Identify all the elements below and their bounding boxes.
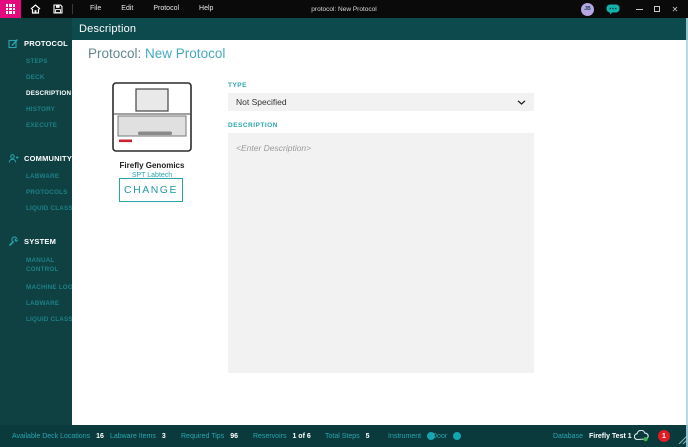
sidebar-item-steps[interactable]: STEPS [0,58,72,65]
cloud-icon [633,429,649,442]
menu-protocol[interactable]: Protocol [143,0,189,18]
stat-label: Required Tips [181,432,225,440]
sidebar-section-label: PROTOCOL [24,39,68,48]
cloud-sync-button[interactable] [633,429,649,444]
sidebar-item-manual-control[interactable]: MANUAL CONTROL [0,256,58,275]
save-icon [53,4,63,14]
chevron-down-icon [517,99,526,105]
sidebar-item-description[interactable]: DESCRIPTION [0,90,72,97]
stat-available-deck-locations: Available Deck Locations 16 [12,425,104,447]
description-placeholder: <Enter Description> [236,143,312,153]
sidebar-item-system-labware[interactable]: LABWARE [0,300,72,307]
menu-edit[interactable]: Edit [111,0,143,18]
home-button[interactable] [30,4,41,14]
stat-total-steps: Total Steps 5 [325,425,370,447]
description-field-label: DESCRIPTION [228,122,278,129]
titlebar: File Edit Protocol Help protocol: New Pr… [0,0,688,18]
notification-badge[interactable]: 1 [658,430,670,442]
sidebar-item-execute[interactable]: EXECUTE [0,122,72,129]
stat-label: Available Deck Locations [12,432,91,440]
main-content: Protocol: New Protocol Firefly Genomics … [72,40,688,425]
database-value: Firefly Test 1 [588,432,632,440]
home-icon [30,4,41,14]
sidebar-item-community-liquid-classes[interactable]: LIQUID CLASSES [0,205,81,212]
people-icon [8,154,19,163]
sidebar-item-history[interactable]: HISTORY [0,106,72,113]
stat-labware-items: Labware Items 3 [110,425,166,447]
titlebar-separator [72,4,73,14]
user-avatar[interactable]: JB [581,2,594,16]
sidebar: PROTOCOL STEPS DECK DESCRIPTION HISTORY … [0,18,81,425]
grid-icon [5,4,16,14]
save-button[interactable] [53,4,63,14]
page-title: Description [79,23,137,35]
menu-file[interactable]: File [80,0,111,18]
page-header: Description [72,18,688,40]
door-status-dot [453,432,462,440]
sidebar-item-system-liquid-classes[interactable]: LIQUID CLASSES [0,316,81,323]
heading-prefix: Protocol: [88,46,142,61]
stat-required-tips: Required Tips 96 [181,425,238,447]
window-maximize-button[interactable] [648,0,666,18]
indicator-label: Instrument [388,432,422,440]
sidebar-section-label: COMMUNITY [24,154,73,163]
window-close-button[interactable]: ✕ [666,0,684,18]
protocol-form: TYPE Not Specified DESCRIPTION <Enter De… [228,82,534,373]
chat-bubble-icon [606,4,620,14]
type-select-value: Not Specified [236,97,287,107]
database-label: Database [553,432,583,440]
app-launcher-button[interactable] [0,0,21,18]
door-status: Door [432,425,462,447]
sidebar-item-community-labware[interactable]: LABWARE [0,173,72,180]
edit-icon [8,39,18,49]
menu-help[interactable]: Help [189,0,223,18]
sidebar-section-protocol: PROTOCOL [0,38,72,49]
instrument-name: Firefly Genomics [119,161,185,170]
wrench-icon [8,236,19,247]
minimize-icon [635,8,643,10]
stat-value: 96 [230,432,238,440]
window-minimize-button[interactable] [630,0,648,18]
instrument-figure: Firefly Genomics SPT Labtech [112,82,192,179]
instrument-status: Instrument [388,425,436,447]
stat-label: Labware Items [110,432,156,440]
description-textarea[interactable]: <Enter Description> [228,133,534,373]
stat-value: 5 [365,432,370,440]
change-instrument-button[interactable]: CHANGE [119,178,183,202]
stat-value: 1 of 6 [292,432,311,440]
database-status: Database Firefly Test 1 [553,425,632,447]
sidebar-item-machine-logs[interactable]: MACHINE LOGS [0,284,77,291]
stat-value: 3 [161,432,166,440]
indicator-label: Door [432,432,448,440]
type-field-label: TYPE [228,82,247,89]
statusbar: Available Deck Locations 16 Labware Item… [0,425,688,447]
type-select[interactable]: Not Specified [228,93,534,111]
sidebar-section-label: SYSTEM [24,237,57,246]
stat-label: Reservoirs [253,432,287,440]
sidebar-item-deck[interactable]: DECK [0,74,72,81]
stat-reservoirs: Reservoirs 1 of 6 [253,425,311,447]
heading-protocol-name: New Protocol [145,46,226,61]
stat-label: Total Steps [325,432,360,440]
feedback-button[interactable] [606,4,620,15]
sidebar-item-community-protocols[interactable]: PROTOCOLS [0,189,72,196]
protocol-heading: Protocol: New Protocol [88,46,225,61]
sidebar-section-system: SYSTEM [0,236,72,247]
maximize-icon [654,6,660,12]
stat-value: 16 [96,432,104,440]
sidebar-section-community: COMMUNITY [0,153,72,164]
instrument-image [112,82,192,152]
